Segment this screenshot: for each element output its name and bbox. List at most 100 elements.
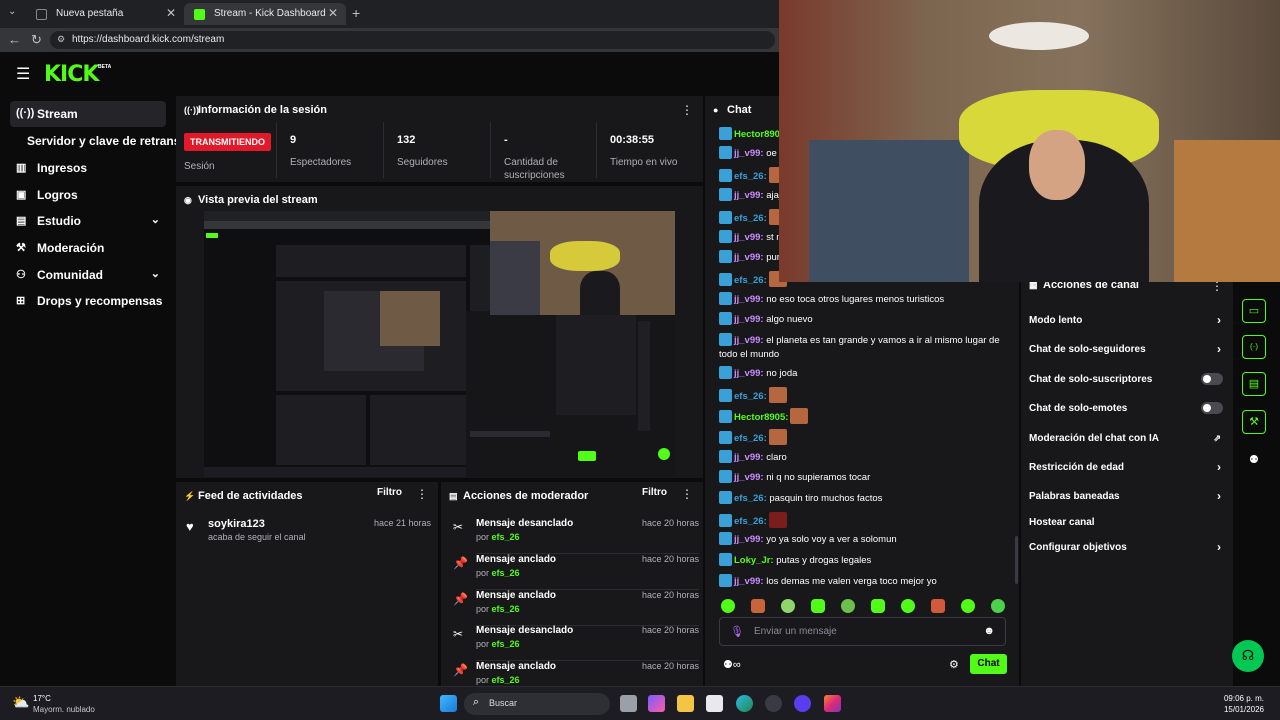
- emote-icon[interactable]: [781, 599, 795, 613]
- emote-icon[interactable]: [901, 599, 915, 613]
- chat-username[interactable]: Hector8905:: [734, 412, 788, 423]
- sidebar-item-estudio[interactable]: ▤ Estudio ⌄: [10, 208, 166, 234]
- mod-action-item[interactable]: 📌 Mensaje anclado por efs_26 hace 20 hor…: [449, 552, 699, 590]
- chat-username[interactable]: jj_v99:: [734, 232, 764, 243]
- chat-username[interactable]: jj_v99:: [734, 472, 764, 483]
- chat-message[interactable]: jj_v99: algo nuevo: [719, 312, 1009, 327]
- toggle-switch[interactable]: [1201, 373, 1223, 385]
- edge-icon[interactable]: [736, 695, 753, 712]
- sidebar-item-logros[interactable]: ▣ Logros: [10, 182, 166, 208]
- emote-icon[interactable]: [751, 599, 765, 613]
- chat-username[interactable]: efs_26:: [734, 433, 767, 444]
- chat-message[interactable]: jj_v99: no joda: [719, 366, 1009, 381]
- chat-username[interactable]: jj_v99:: [734, 534, 764, 545]
- kick-points-icon[interactable]: ⚉∞: [723, 658, 741, 671]
- more-options-icon[interactable]: ⋮: [416, 487, 428, 501]
- app-icon[interactable]: [794, 695, 811, 712]
- wrench-tool-icon[interactable]: ⚒: [1242, 410, 1266, 434]
- activity-user[interactable]: soykira123: [208, 518, 265, 530]
- emote-icon[interactable]: [961, 599, 975, 613]
- emoji-icon[interactable]: ☻: [983, 625, 995, 637]
- new-tab-icon[interactable]: +: [352, 5, 360, 21]
- task-view-icon[interactable]: [620, 695, 637, 712]
- chat-username[interactable]: efs_26:: [734, 275, 767, 286]
- site-info-icon[interactable]: ⚙: [57, 34, 65, 45]
- chat-message[interactable]: jj_v99: no eso toca otros lugares menos …: [719, 292, 1009, 307]
- chat-message[interactable]: jj_v99: yo ya solo voy a ver a solomun: [719, 532, 1009, 547]
- emotes-only-item[interactable]: Chat de solo-emotes: [1029, 402, 1225, 414]
- emote-icon[interactable]: [931, 599, 945, 613]
- chat-username[interactable]: efs_26:: [734, 493, 767, 504]
- chat-username[interactable]: Hector890: [734, 129, 780, 140]
- sidebar-item-stream-key[interactable]: Servidor y clave de retransm: [0, 128, 176, 154]
- more-options-icon[interactable]: ⋮: [681, 487, 693, 501]
- chat-scrollbar[interactable]: [1015, 536, 1018, 584]
- chat-username[interactable]: efs_26:: [734, 213, 767, 224]
- taskbar-search[interactable]: ⌕ Buscar: [464, 693, 610, 715]
- chat-send-button[interactable]: Chat: [970, 654, 1007, 674]
- chat-message[interactable]: Hector8905:: [719, 408, 1009, 425]
- chat-settings-icon[interactable]: ⚙: [949, 658, 959, 671]
- sidebar-item-stream[interactable]: ((·)) Stream: [10, 101, 166, 127]
- chat-tool-icon[interactable]: ▭: [1242, 299, 1266, 323]
- copilot-icon[interactable]: [648, 695, 665, 712]
- mod-action-item[interactable]: 📌 Mensaje anclado por efs_26 hace 20 hor…: [449, 659, 699, 686]
- tab-new-tab[interactable]: Nueva pestaña ✕: [26, 3, 184, 25]
- chat-username[interactable]: jj_v99:: [734, 452, 764, 463]
- url-field[interactable]: ⚙ https://dashboard.kick.com/stream: [50, 31, 775, 49]
- chat-username[interactable]: jj_v99:: [734, 368, 764, 379]
- chat-message[interactable]: jj_v99: claro: [719, 450, 1009, 465]
- windows-start-icon[interactable]: [440, 695, 457, 712]
- mod-action-item[interactable]: ✂ Mensaje desanclado por efs_26 hace 20 …: [449, 516, 699, 554]
- clock-date[interactable]: 15/01/2026: [1224, 705, 1264, 714]
- points-tool-icon[interactable]: ⚉: [1249, 453, 1259, 466]
- mod-action-item[interactable]: 📌 Mensaje anclado por efs_26 hace 20 hor…: [449, 588, 699, 626]
- tab-list-chevron-icon[interactable]: ⌄: [8, 6, 16, 17]
- subscribers-only-item[interactable]: Chat de solo-suscriptores: [1029, 373, 1225, 385]
- sidebar-item-comunidad[interactable]: ⚇ Comunidad ⌄: [10, 262, 166, 288]
- close-tab-icon[interactable]: ✕: [166, 6, 176, 20]
- filter-button[interactable]: Filtro: [377, 487, 402, 498]
- sidebar-item-moderacion[interactable]: ⚒ Moderación: [10, 235, 166, 261]
- chat-message[interactable]: jj_v99: los demas me valen verga toco me…: [719, 574, 1009, 589]
- chat-message[interactable]: efs_26: pasquin tiro muchos factos: [719, 491, 1009, 506]
- obs-icon[interactable]: [765, 695, 782, 712]
- set-goals-item[interactable]: Configurar objetivos ›: [1029, 540, 1225, 554]
- close-tab-icon[interactable]: ✕: [328, 6, 338, 20]
- chat-message[interactable]: jj_v99: el planeta es tan grande y vamos…: [719, 333, 1009, 362]
- weather-icon[interactable]: ⛅: [12, 694, 29, 711]
- host-channel-item[interactable]: Hostear canal: [1029, 517, 1225, 528]
- slow-mode-item[interactable]: Modo lento ›: [1029, 313, 1225, 327]
- chat-message[interactable]: efs_26:: [719, 387, 1009, 404]
- sidebar-item-ingresos[interactable]: ▥ Ingresos: [10, 155, 166, 181]
- chat-message[interactable]: Loky_Jr: putas y drogas legales: [719, 553, 1009, 568]
- chat-username[interactable]: jj_v99:: [734, 190, 764, 201]
- menu-icon[interactable]: ☰: [16, 64, 30, 84]
- mod-action-item[interactable]: ✂ Mensaje desanclado por efs_26 hace 20 …: [449, 623, 699, 661]
- chat-username[interactable]: efs_26:: [734, 516, 767, 527]
- emote-icon[interactable]: [811, 599, 825, 613]
- toggle-switch[interactable]: [1201, 402, 1223, 414]
- more-options-icon[interactable]: ⋮: [681, 103, 693, 117]
- chat-message[interactable]: efs_26:: [719, 512, 1009, 529]
- filter-button[interactable]: Filtro: [642, 487, 667, 498]
- chat-message[interactable]: efs_26:: [719, 429, 1009, 446]
- reload-icon[interactable]: ↻: [31, 32, 42, 48]
- layout-tool-icon[interactable]: ▤: [1242, 372, 1266, 396]
- ai-moderation-item[interactable]: Moderación del chat con IA ⇗: [1029, 433, 1225, 444]
- chat-message[interactable]: jj_v99: ni q no supieramos tocar: [719, 470, 1009, 485]
- microphone-icon[interactable]: 🎙: [730, 625, 744, 638]
- chat-username[interactable]: jj_v99:: [734, 148, 764, 159]
- clock-time[interactable]: 09:06 p. m.: [1224, 694, 1264, 703]
- banned-words-item[interactable]: Palabras baneadas ›: [1029, 489, 1225, 503]
- kick-logo[interactable]: KICK: [44, 62, 99, 87]
- stream-preview-video[interactable]: [204, 211, 675, 477]
- file-explorer-icon[interactable]: [677, 695, 694, 712]
- chat-username[interactable]: efs_26:: [734, 391, 767, 402]
- chat-username[interactable]: Loky_Jr:: [734, 555, 774, 566]
- back-icon[interactable]: ←: [8, 32, 21, 47]
- chat-username[interactable]: jj_v99:: [734, 294, 764, 305]
- support-fab-button[interactable]: ☊: [1232, 640, 1264, 672]
- chat-username[interactable]: jj_v99:: [734, 335, 764, 346]
- emote-icon[interactable]: [871, 599, 885, 613]
